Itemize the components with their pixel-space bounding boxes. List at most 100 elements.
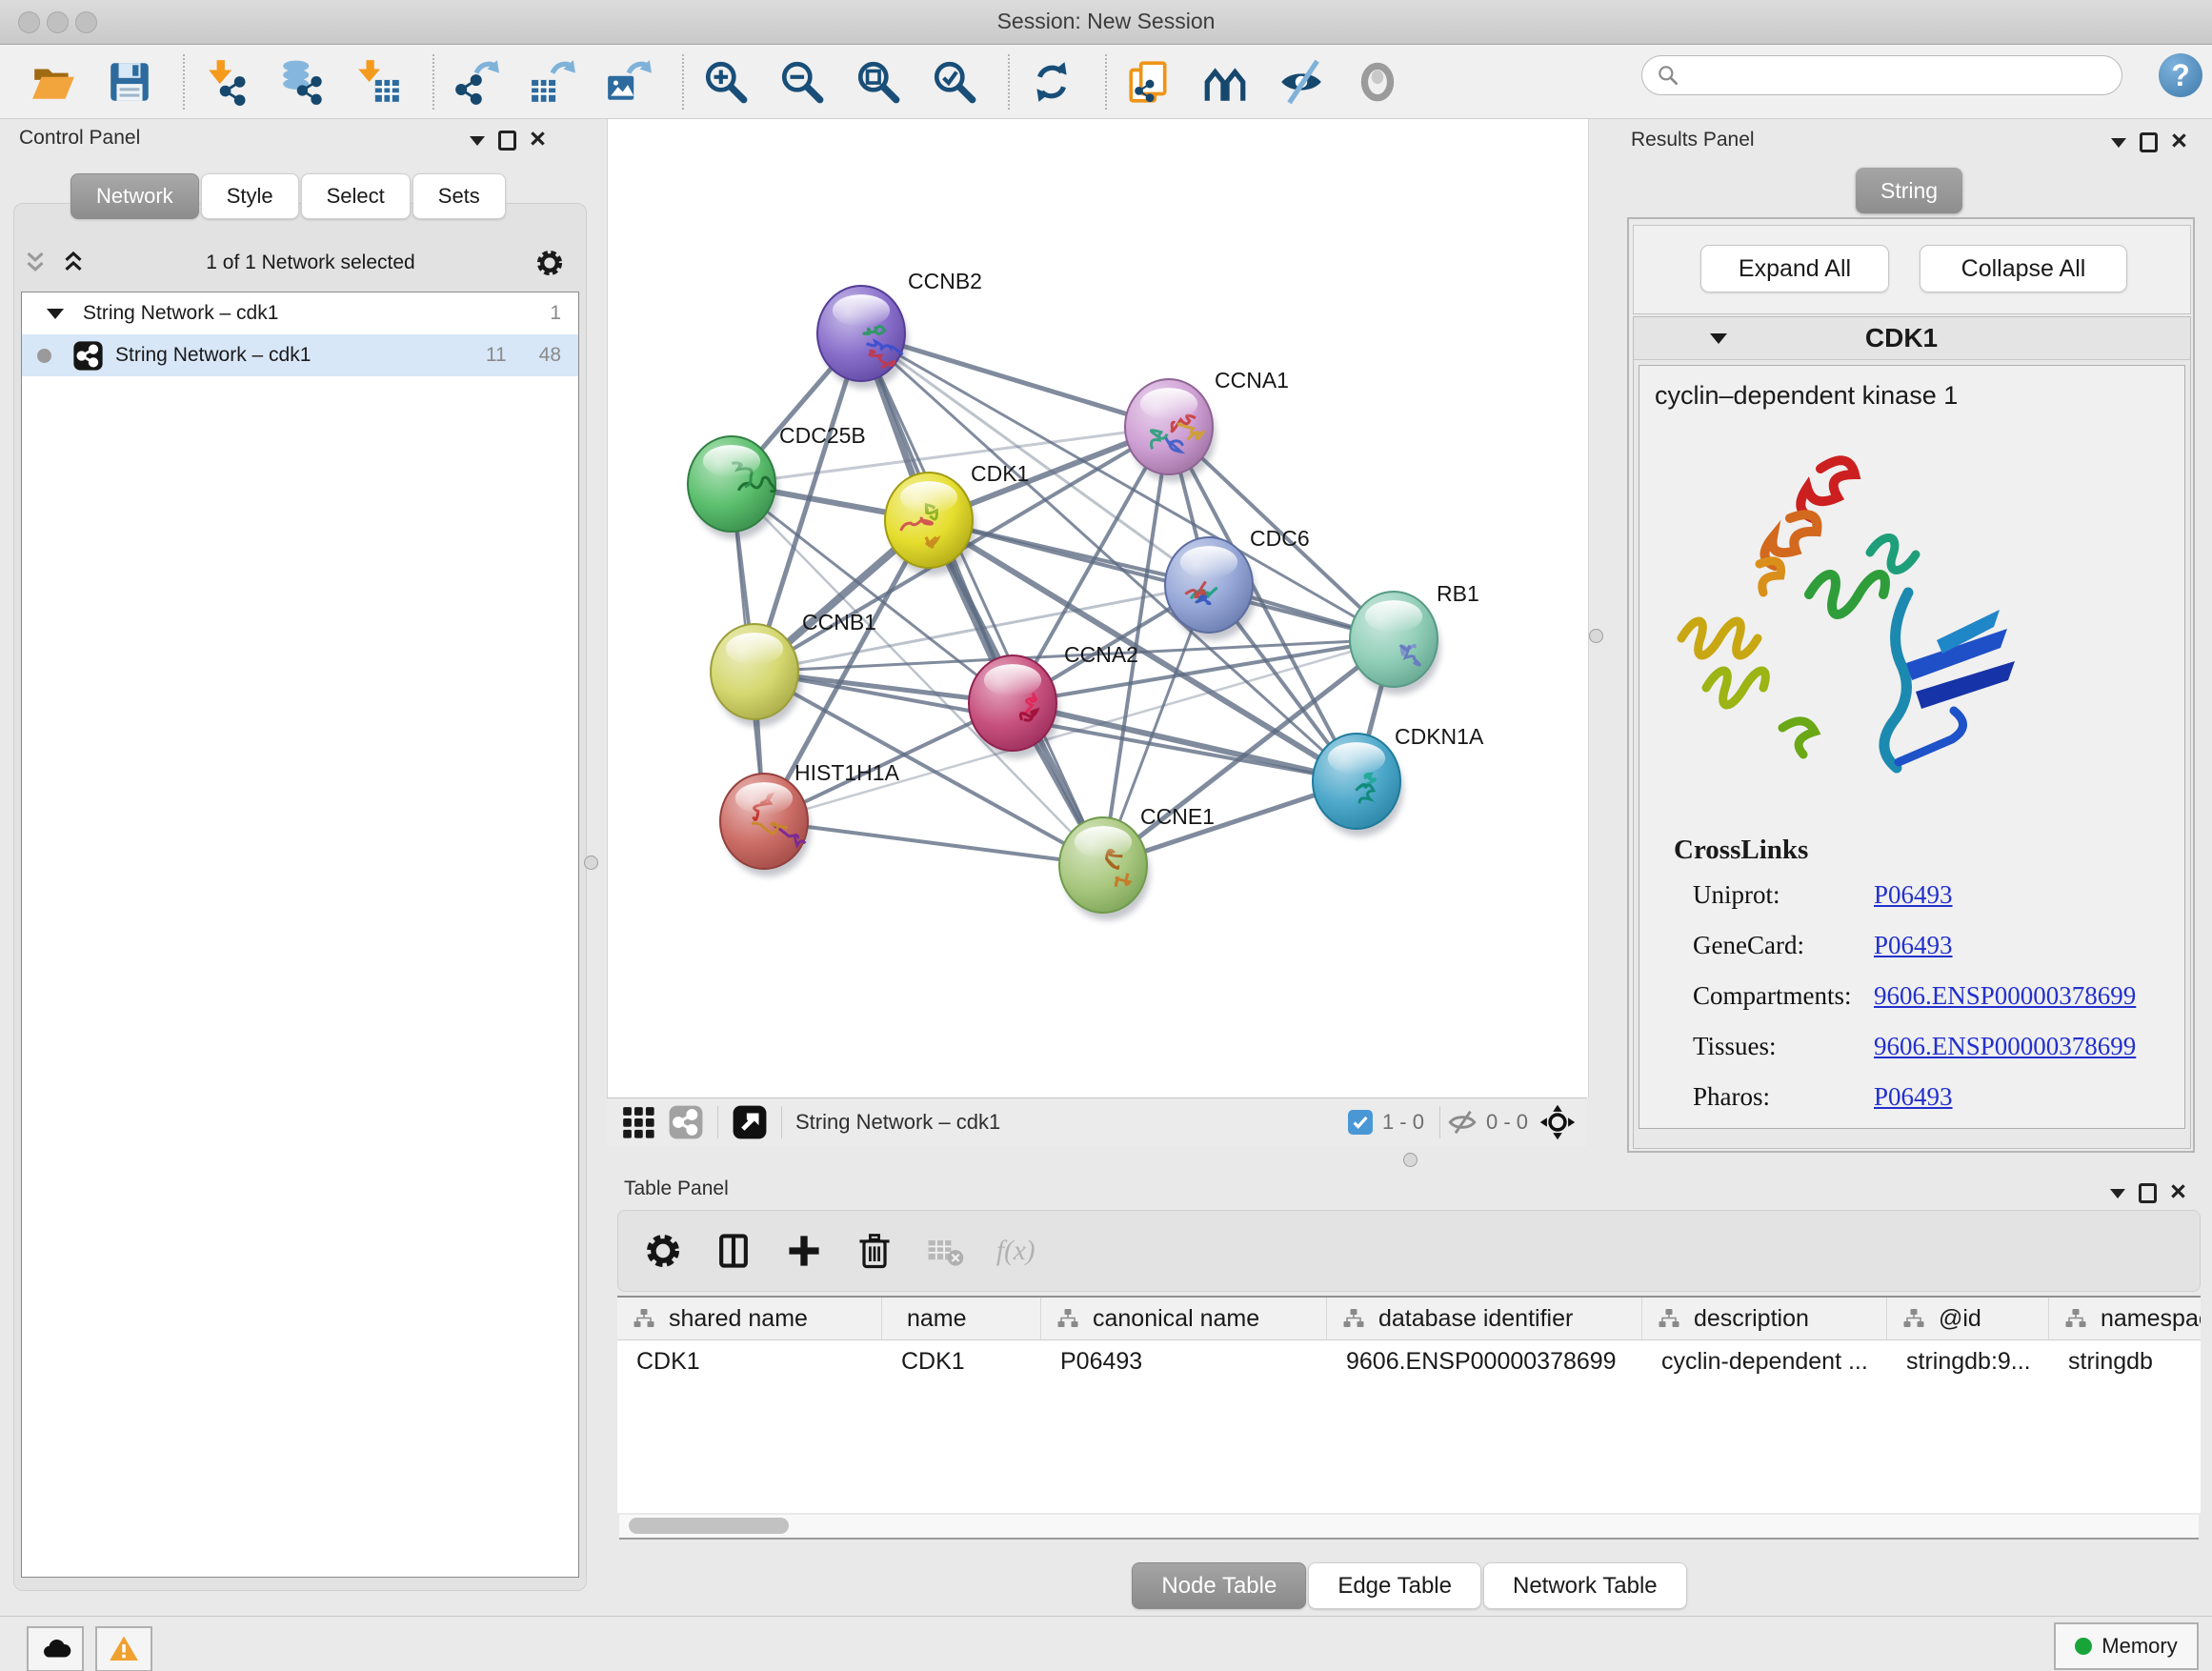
cloud-button[interactable] [27, 1626, 84, 1671]
crosslink-link[interactable]: 9606.ENSP00000378699 [1874, 1032, 2136, 1061]
import-network-file-button[interactable] [200, 55, 253, 109]
collection-label: String Network – cdk1 [83, 302, 550, 325]
memory-button[interactable]: Memory [2054, 1622, 2199, 1670]
zoom-out-button[interactable] [775, 55, 829, 109]
panel-menu-icon[interactable] [2110, 1189, 2125, 1198]
open-session-button[interactable] [27, 55, 80, 109]
column-header-description[interactable]: description [1642, 1298, 1887, 1339]
network-node-CCNB2[interactable]: CCNB2 [817, 269, 982, 389]
show-all-button[interactable] [1351, 55, 1404, 109]
add-column-button[interactable] [782, 1229, 826, 1273]
network-node-RB1[interactable]: RB1 [1350, 581, 1479, 695]
delete-table-button[interactable] [923, 1229, 967, 1273]
move-crosshair-icon[interactable] [1539, 1104, 1576, 1140]
view-mode-share-icon[interactable] [668, 1104, 704, 1140]
string-results-content: Expand All Collapse All CDK1 cyclin–depe… [1627, 217, 2195, 1153]
tab-sets[interactable]: Sets [412, 173, 506, 219]
node-section-header[interactable]: CDK1 [1634, 317, 2190, 360]
network-node-CCNA2[interactable]: CCNA2 [969, 642, 1138, 758]
zoom-selected-button[interactable] [928, 55, 981, 109]
column-header--id[interactable]: @id [1887, 1298, 2049, 1339]
collection-expander-icon[interactable] [47, 309, 64, 319]
network-row[interactable]: String Network – cdk1 11 48 [22, 334, 578, 376]
tab-node-table[interactable]: Node Table [1132, 1562, 1306, 1609]
network-node-CCNB1[interactable]: CCNB1 [711, 610, 876, 727]
delete-column-button[interactable] [853, 1229, 896, 1273]
collapse-all-button[interactable]: Collapse All [1920, 245, 2127, 292]
column-header-shared-name[interactable]: shared name [617, 1298, 882, 1339]
save-icon [106, 58, 153, 106]
help-button[interactable]: ? [2159, 53, 2202, 97]
panel-float-icon[interactable] [498, 131, 516, 151]
grid-mode-icon[interactable] [620, 1104, 656, 1140]
panel-float-icon[interactable] [2140, 132, 2158, 152]
network-node-CDC6[interactable]: CDC6 [1165, 526, 1310, 640]
selected-checkbox[interactable] [1348, 1110, 1373, 1135]
panel-close-icon[interactable]: × [2171, 131, 2187, 151]
network-collection-row[interactable]: String Network – cdk1 1 [22, 292, 578, 334]
search-input[interactable] [1688, 60, 2122, 91]
panel-close-icon[interactable]: × [2170, 1182, 2186, 1201]
warnings-button[interactable] [95, 1626, 152, 1671]
network-node-CDK1[interactable]: CDK1 [885, 461, 1029, 575]
panel-menu-icon[interactable] [2111, 138, 2126, 148]
crosslink-link[interactable]: P06493 [1874, 880, 1953, 910]
expand-all-icon[interactable] [59, 249, 88, 277]
network-node-HIST1H1A[interactable]: HIST1H1A [720, 760, 900, 876]
expand-all-button[interactable]: Expand All [1700, 245, 1889, 292]
tab-style[interactable]: Style [201, 173, 299, 219]
network-edge-CDK1-RB1[interactable] [929, 520, 1394, 639]
zoom-fit-button[interactable] [852, 55, 905, 109]
import-network-database-button[interactable] [276, 55, 330, 109]
export-network-button[interactable] [450, 55, 503, 109]
export-image-button[interactable] [602, 55, 655, 109]
import-table-button[interactable] [352, 55, 406, 109]
node-label-CCNB1: CCNB1 [802, 610, 876, 634]
network-edge-HIST1H1A-CCNE1[interactable] [764, 821, 1103, 865]
collapse-all-icon[interactable] [21, 249, 50, 277]
section-expander-icon[interactable] [1710, 333, 1727, 344]
column-header-canonical-name[interactable]: canonical name [1041, 1298, 1327, 1339]
tab-edge-table[interactable]: Edge Table [1308, 1562, 1481, 1609]
table-row[interactable]: CDK1CDK1P064939606.ENSP00000378699cyclin… [617, 1340, 2201, 1382]
search-box[interactable] [1641, 55, 2122, 95]
zoom-in-button[interactable] [699, 55, 753, 109]
crosslink-link[interactable]: P06493 [1874, 1082, 1953, 1112]
crosslink-link[interactable]: P06493 [1874, 931, 1953, 960]
first-neighbors-button[interactable] [1198, 55, 1252, 109]
network-node-CDKN1A[interactable]: CDKN1A [1313, 724, 1484, 836]
equation-builder-button[interactable]: f(x) [994, 1229, 1037, 1273]
node-label-CCNA1: CCNA1 [1215, 368, 1289, 393]
apply-layout-button[interactable] [1025, 55, 1078, 109]
tab-select[interactable]: Select [301, 173, 411, 219]
clone-network-icon [1125, 58, 1173, 106]
scrollbar-thumb[interactable] [629, 1518, 789, 1534]
hide-selected-button[interactable] [1275, 55, 1328, 109]
table-tabs: Node TableEdge TableNetwork Table [607, 1562, 2212, 1609]
network-canvas[interactable]: CCNB2 CCNA1 CDC25BCDK1 CDC6 RB1 CCNB1 CCNA2 CDK… [607, 119, 1589, 1097]
column-header-name[interactable]: name [882, 1298, 1041, 1339]
save-session-button[interactable] [103, 55, 156, 109]
tab-network-table[interactable]: Network Table [1483, 1562, 1687, 1609]
table-settings-button[interactable] [641, 1229, 685, 1273]
window-title: Session: New Session [0, 9, 2212, 34]
left-splitter-handle[interactable] [584, 856, 598, 870]
gear-icon[interactable] [533, 247, 566, 279]
bottom-splitter-handle[interactable] [1403, 1153, 1418, 1167]
tab-string[interactable]: String [1856, 168, 1962, 213]
network-edge-CCNB2-CCNE1[interactable] [861, 333, 1103, 865]
export-table-button[interactable] [526, 55, 579, 109]
column-header-namespace[interactable]: namespace [2049, 1298, 2201, 1339]
column-header-database-identifier[interactable]: database identifier [1327, 1298, 1642, 1339]
clone-network-button[interactable] [1122, 55, 1176, 109]
right-splitter-handle[interactable] [1589, 629, 1603, 643]
birdseye-toggle-icon[interactable] [732, 1104, 768, 1140]
tab-network[interactable]: Network [70, 173, 199, 219]
panel-close-icon[interactable]: × [530, 130, 546, 149]
crosslink-link[interactable]: 9606.ENSP00000378699 [1874, 981, 2136, 1011]
network-node-CDC25B[interactable]: CDC25B [688, 423, 866, 539]
panel-menu-icon[interactable] [470, 136, 485, 146]
panel-float-icon[interactable] [2139, 1183, 2157, 1203]
toolbar-separator [432, 54, 434, 110]
manage-columns-button[interactable] [712, 1229, 755, 1273]
